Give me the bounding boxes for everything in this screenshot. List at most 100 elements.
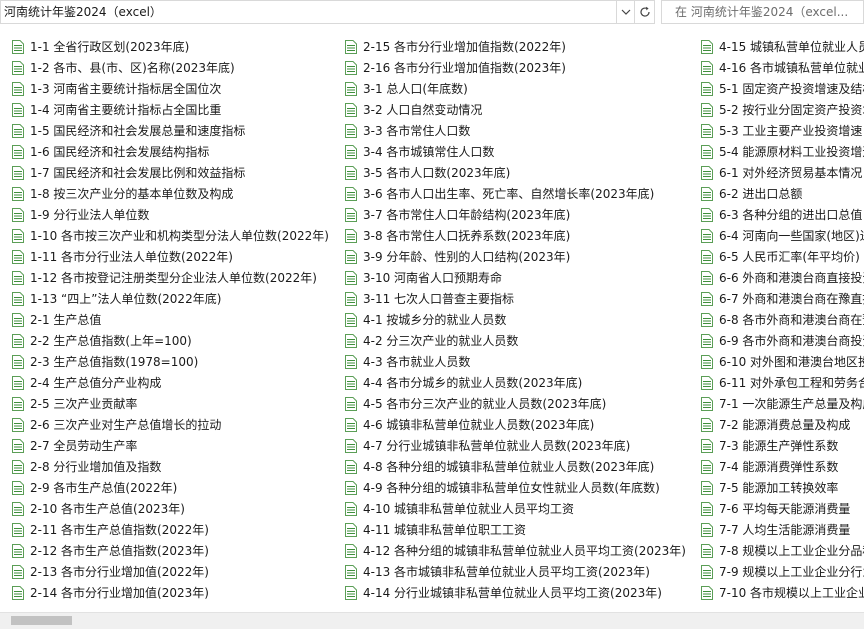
- file-item[interactable]: 2-12 各市生产总值指数(2023年): [12, 540, 329, 561]
- excel-file-icon: [345, 102, 357, 117]
- history-dropdown-button[interactable]: [617, 0, 635, 24]
- file-item[interactable]: 6-10 对外图和港澳台地区投资: [701, 351, 864, 372]
- file-item[interactable]: 6-1 对外经济贸易基本情况: [701, 162, 864, 183]
- file-name: 2-13 各市分行业增加值(2022年): [30, 565, 209, 579]
- file-item[interactable]: 6-4 河南向一些国家(地区)进: [701, 225, 864, 246]
- file-item[interactable]: 1-10 各市按三次产业和机构类型分法人单位数(2022年): [12, 225, 329, 246]
- file-item[interactable]: 3-5 各市人口数(2023年底): [345, 162, 686, 183]
- refresh-button[interactable]: [635, 0, 655, 24]
- file-item[interactable]: 2-6 三次产业对生产总值增长的拉动: [12, 414, 329, 435]
- file-item[interactable]: 1-12 各市按登记注册类型分企业法人单位数(2022年): [12, 267, 329, 288]
- file-item[interactable]: 6-7 外商和港澳台商在豫直接: [701, 288, 864, 309]
- file-item[interactable]: 5-1 固定资产投资增速及结构: [701, 78, 864, 99]
- file-item[interactable]: 2-13 各市分行业增加值(2022年): [12, 561, 329, 582]
- file-item[interactable]: 4-6 城镇非私营单位就业人员数(2023年底): [345, 414, 686, 435]
- file-name: 6-6 外商和港澳台商直接投资: [719, 271, 864, 285]
- file-item[interactable]: 6-6 外商和港澳台商直接投资: [701, 267, 864, 288]
- file-item[interactable]: 7-8 规模以上工业企业分品种: [701, 540, 864, 561]
- file-item[interactable]: 3-10 河南省人口预期寿命: [345, 267, 686, 288]
- file-item[interactable]: 2-4 生产总值分产业构成: [12, 372, 329, 393]
- excel-file-icon: [345, 39, 357, 54]
- file-name: 7-7 人均生活能源消费量: [719, 523, 851, 537]
- file-item[interactable]: 4-2 分三次产业的就业人员数: [345, 330, 686, 351]
- file-item[interactable]: 6-9 各市外商和港澳台商投资: [701, 330, 864, 351]
- file-item[interactable]: 6-8 各市外商和港澳台商在豫: [701, 309, 864, 330]
- file-item[interactable]: 4-3 各市就业人员数: [345, 351, 686, 372]
- file-item[interactable]: 7-9 规模以上工业企业分行业: [701, 561, 864, 582]
- file-item[interactable]: 3-7 各市常住人口年龄结构(2023年底): [345, 204, 686, 225]
- file-item[interactable]: 4-16 各市城镇私营单位就业: [701, 57, 864, 78]
- file-item[interactable]: 1-9 分行业法人单位数: [12, 204, 329, 225]
- file-item[interactable]: 2-10 各市生产总值(2023年): [12, 498, 329, 519]
- file-item[interactable]: 2-14 各市分行业增加值(2023年): [12, 582, 329, 603]
- file-item[interactable]: 1-6 国民经济和社会发展结构指标: [12, 141, 329, 162]
- file-item[interactable]: 2-1 生产总值: [12, 309, 329, 330]
- file-item[interactable]: 2-7 全员劳动生产率: [12, 435, 329, 456]
- file-item[interactable]: 1-11 各市分行业法人单位数(2022年): [12, 246, 329, 267]
- file-item[interactable]: 3-1 总人口(年底数): [345, 78, 686, 99]
- file-item[interactable]: 7-10 各市规模以上工业企业: [701, 582, 864, 603]
- horizontal-scrollbar[interactable]: [0, 612, 864, 629]
- file-item[interactable]: 4-1 按城乡分的就业人员数: [345, 309, 686, 330]
- file-item[interactable]: 1-8 按三次产业分的基本单位数及构成: [12, 183, 329, 204]
- file-item[interactable]: 3-4 各市城镇常住人口数: [345, 141, 686, 162]
- file-item[interactable]: 1-7 国民经济和社会发展比例和效益指标: [12, 162, 329, 183]
- file-item[interactable]: 4-7 分行业城镇非私营单位就业人员数(2023年底): [345, 435, 686, 456]
- file-name: 2-16 各市分行业增加值指数(2023年): [363, 61, 566, 75]
- file-item[interactable]: 4-13 各市城镇非私营单位就业人员平均工资(2023年): [345, 561, 686, 582]
- search-input[interactable]: 在 河南统计年鉴2024（excel...: [661, 0, 864, 24]
- file-item[interactable]: 4-12 各种分组的城镇非私营单位就业人员平均工资(2023年): [345, 540, 686, 561]
- file-item[interactable]: 6-11 对外承包工程和劳务合作: [701, 372, 864, 393]
- file-item[interactable]: 1-5 国民经济和社会发展总量和速度指标: [12, 120, 329, 141]
- file-item[interactable]: 4-9 各种分组的城镇非私营单位女性就业人员数(年底数): [345, 477, 686, 498]
- file-item[interactable]: 2-2 生产总值指数(上年=100): [12, 330, 329, 351]
- file-item[interactable]: 3-11 七次人口普查主要指标: [345, 288, 686, 309]
- file-item[interactable]: 7-2 能源消费总量及构成: [701, 414, 864, 435]
- file-item[interactable]: 3-6 各市人口出生率、死亡率、自然增长率(2023年底): [345, 183, 686, 204]
- excel-file-icon: [12, 543, 24, 558]
- file-item[interactable]: 2-16 各市分行业增加值指数(2023年): [345, 57, 686, 78]
- file-item[interactable]: 6-3 各种分组的进出口总值: [701, 204, 864, 225]
- file-item[interactable]: 2-8 分行业增加值及指数: [12, 456, 329, 477]
- file-item[interactable]: 7-7 人均生活能源消费量: [701, 519, 864, 540]
- file-item[interactable]: 7-6 平均每天能源消费量: [701, 498, 864, 519]
- file-item[interactable]: 3-2 人口自然变动情况: [345, 99, 686, 120]
- file-item[interactable]: 1-13 “四上”法人单位数(2022年底): [12, 288, 329, 309]
- file-item[interactable]: 1-2 各市、县(市、区)名称(2023年底): [12, 57, 329, 78]
- file-item[interactable]: 5-2 按行业分固定资产投资增: [701, 99, 864, 120]
- file-item[interactable]: 4-5 各市分三次产业的就业人员数(2023年底): [345, 393, 686, 414]
- file-item[interactable]: 4-8 各种分组的城镇非私营单位就业人员数(2023年底): [345, 456, 686, 477]
- file-item[interactable]: 5-4 能源原材料工业投资增速: [701, 141, 864, 162]
- file-item[interactable]: 4-14 分行业城镇非私营单位就业人员平均工资(2023年): [345, 582, 686, 603]
- file-item[interactable]: 2-15 各市分行业增加值指数(2022年): [345, 36, 686, 57]
- file-item[interactable]: 7-4 能源消费弹性系数: [701, 456, 864, 477]
- file-item[interactable]: 2-3 生产总值指数(1978=100): [12, 351, 329, 372]
- file-item[interactable]: 3-8 各市常住人口抚养系数(2023年底): [345, 225, 686, 246]
- file-item[interactable]: 6-2 进出口总额: [701, 183, 864, 204]
- file-item[interactable]: 4-4 各市分城乡的就业人员数(2023年底): [345, 372, 686, 393]
- file-item[interactable]: 6-5 人民币汇率(年平均价): [701, 246, 864, 267]
- file-item[interactable]: 3-9 分年龄、性别的人口结构(2023年): [345, 246, 686, 267]
- file-item[interactable]: 3-3 各市常住人口数: [345, 120, 686, 141]
- path-breadcrumb[interactable]: 河南统计年鉴2024（excel）: [0, 0, 617, 24]
- file-item[interactable]: 1-1 全省行政区划(2023年底): [12, 36, 329, 57]
- file-item[interactable]: 7-1 一次能源生产总量及构成: [701, 393, 864, 414]
- file-item[interactable]: 4-15 城镇私营单位就业人员: [701, 36, 864, 57]
- file-item[interactable]: 4-10 城镇非私营单位就业人员平均工资: [345, 498, 686, 519]
- file-item[interactable]: 2-9 各市生产总值(2022年): [12, 477, 329, 498]
- file-item[interactable]: 5-3 工业主要产业投资增速: [701, 120, 864, 141]
- excel-file-icon: [345, 438, 357, 453]
- file-name: 4-11 城镇非私营单位职工工资: [363, 523, 527, 537]
- file-item[interactable]: 2-11 各市生产总值指数(2022年): [12, 519, 329, 540]
- file-item[interactable]: 1-3 河南省主要统计指标居全国位次: [12, 78, 329, 99]
- scrollbar-thumb[interactable]: [11, 616, 72, 625]
- excel-file-icon: [701, 417, 713, 432]
- file-item[interactable]: 2-5 三次产业贡献率: [12, 393, 329, 414]
- file-item[interactable]: 7-5 能源加工转换效率: [701, 477, 864, 498]
- file-name: 1-10 各市按三次产业和机构类型分法人单位数(2022年): [30, 229, 329, 243]
- file-item[interactable]: 7-3 能源生产弹性系数: [701, 435, 864, 456]
- file-name: 2-15 各市分行业增加值指数(2022年): [363, 40, 566, 54]
- file-item[interactable]: 4-11 城镇非私营单位职工工资: [345, 519, 686, 540]
- excel-file-icon: [701, 123, 713, 138]
- file-item[interactable]: 1-4 河南省主要统计指标占全国比重: [12, 99, 329, 120]
